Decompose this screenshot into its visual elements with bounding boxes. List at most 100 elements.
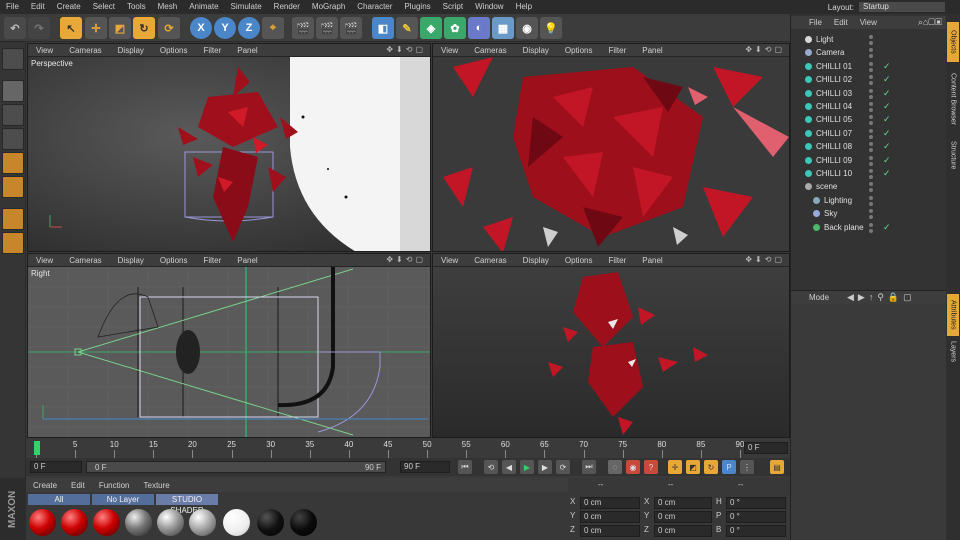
material-ball-chrome[interactable] bbox=[125, 509, 152, 536]
z-axis-icon[interactable]: Z bbox=[238, 17, 260, 39]
object-row[interactable]: CHILLI 08 ✓ bbox=[791, 140, 946, 153]
menu-animate[interactable]: Animate bbox=[183, 0, 224, 14]
select-tool-icon[interactable]: ↖ bbox=[60, 17, 82, 39]
vp-menu-options[interactable]: Options bbox=[152, 256, 196, 265]
tab-structure[interactable]: Structure bbox=[947, 134, 959, 176]
enabled-check-icon[interactable]: ✓ bbox=[883, 113, 891, 126]
end-frame-field[interactable]: 90 F bbox=[400, 461, 450, 473]
enabled-check-icon[interactable]: ✓ bbox=[883, 87, 891, 100]
rotation-p-field[interactable]: 0 ° bbox=[726, 511, 786, 523]
next-key-icon[interactable]: ⟳ bbox=[556, 460, 570, 474]
render-visibility-dot[interactable] bbox=[869, 41, 873, 45]
render-visibility-dot[interactable] bbox=[869, 201, 873, 206]
edges-mode-icon[interactable] bbox=[2, 176, 24, 198]
editor-visibility-dot[interactable] bbox=[869, 209, 873, 214]
editor-visibility-dot[interactable] bbox=[869, 115, 873, 120]
keyframe-selection-icon[interactable]: ? bbox=[644, 460, 658, 474]
x-axis-icon[interactable]: X bbox=[190, 17, 212, 39]
filter-all[interactable]: All bbox=[28, 494, 90, 505]
material-ball-chrome[interactable] bbox=[189, 509, 216, 536]
vp-menu-cameras[interactable]: Cameras bbox=[466, 256, 514, 265]
render-visibility-dot[interactable] bbox=[869, 81, 873, 86]
vp-menu-cameras[interactable]: Cameras bbox=[61, 256, 109, 265]
enabled-check-icon[interactable]: ✓ bbox=[883, 221, 891, 234]
mat-menu-edit[interactable]: Edit bbox=[64, 481, 92, 490]
timeline-window-icon[interactable]: ▤ bbox=[770, 460, 784, 474]
tab-objects[interactable]: Objects bbox=[947, 22, 959, 62]
viewport-canvas[interactable]: Right bbox=[28, 267, 430, 437]
enabled-check-icon[interactable]: ✓ bbox=[883, 73, 891, 86]
editor-visibility-dot[interactable] bbox=[869, 128, 873, 133]
render-visibility-dot[interactable] bbox=[869, 215, 873, 220]
vp-menu-view[interactable]: View bbox=[28, 46, 61, 55]
editor-visibility-dot[interactable] bbox=[869, 155, 873, 160]
mat-menu-texture[interactable]: Texture bbox=[137, 481, 177, 490]
rotate-tool-icon[interactable]: ↻ bbox=[133, 17, 155, 39]
viewport-perspective[interactable]: View Cameras Display Options Filter Pane… bbox=[27, 43, 431, 252]
render-picture-viewer-icon[interactable]: 🎬 bbox=[316, 17, 338, 39]
render-visibility-dot[interactable] bbox=[869, 54, 873, 59]
vp-menu-options[interactable]: Options bbox=[557, 256, 601, 265]
vp-menu-filter[interactable]: Filter bbox=[600, 256, 634, 265]
texture-mode-icon[interactable] bbox=[2, 104, 24, 126]
menu-plugins[interactable]: Plugins bbox=[398, 0, 436, 14]
object-row[interactable]: Camera bbox=[791, 46, 946, 59]
editor-visibility-dot[interactable] bbox=[869, 102, 873, 106]
menu-render[interactable]: Render bbox=[268, 0, 306, 14]
play-icon[interactable]: ▶ bbox=[520, 460, 534, 474]
viewport-bottom-right[interactable]: View Cameras Display Options Filter Pane… bbox=[432, 253, 790, 438]
object-row[interactable]: CHILLI 02 ✓ bbox=[791, 73, 946, 86]
vp-menu-options[interactable]: Options bbox=[152, 46, 196, 55]
viewport-canvas[interactable] bbox=[433, 267, 789, 437]
menu-mograph[interactable]: MoGraph bbox=[306, 0, 351, 14]
playhead[interactable] bbox=[34, 441, 40, 455]
size-y-field[interactable]: 0 cm bbox=[654, 511, 712, 523]
object-row[interactable]: CHILLI 05 ✓ bbox=[791, 113, 946, 126]
record-active-icon[interactable]: ◌ bbox=[608, 460, 622, 474]
attr-mode-menu[interactable]: Mode bbox=[791, 293, 829, 302]
vp-menu-display[interactable]: Display bbox=[515, 46, 557, 55]
menu-window[interactable]: Window bbox=[469, 0, 509, 14]
timeline[interactable]: 051015202530354045505560657075808590 0 F bbox=[26, 438, 790, 458]
spline-pen-icon[interactable]: ✎ bbox=[396, 17, 418, 39]
menu-simulate[interactable]: Simulate bbox=[225, 0, 268, 14]
tab-content-browser[interactable]: Content Browser bbox=[947, 66, 959, 132]
viewport-nav-icons[interactable]: ✥⬇⟲▢ bbox=[745, 45, 785, 54]
pla-key-icon[interactable]: ⋮ bbox=[740, 460, 754, 474]
enabled-check-icon[interactable]: ✓ bbox=[883, 60, 891, 73]
material-ball-chrome[interactable] bbox=[157, 509, 184, 536]
enabled-check-icon[interactable]: ✓ bbox=[883, 127, 891, 140]
attr-nav-icons[interactable]: ◀▶↑⚲🔒▢ bbox=[847, 292, 916, 303]
editor-visibility-dot[interactable] bbox=[869, 195, 873, 200]
coordinate-system-icon[interactable]: ⌖ bbox=[262, 17, 284, 39]
rotation-h-field[interactable]: 0 ° bbox=[726, 497, 786, 509]
vp-menu-cameras[interactable]: Cameras bbox=[61, 46, 109, 55]
render-visibility-dot[interactable] bbox=[869, 94, 873, 99]
position-z-field[interactable]: 0 cm bbox=[580, 525, 640, 537]
object-row[interactable]: CHILLI 01 ✓ bbox=[791, 60, 946, 73]
material-ball-black[interactable] bbox=[257, 509, 284, 536]
vp-menu-view[interactable]: View bbox=[28, 256, 61, 265]
editor-visibility-dot[interactable] bbox=[869, 142, 873, 147]
mat-menu-function[interactable]: Function bbox=[92, 481, 137, 490]
subdivision-icon[interactable]: ◈ bbox=[420, 17, 442, 39]
material-ball-red[interactable] bbox=[93, 509, 120, 536]
menu-select[interactable]: Select bbox=[87, 0, 121, 14]
editor-visibility-dot[interactable] bbox=[869, 182, 873, 187]
viewport-right[interactable]: View Cameras Display Options Filter Pane… bbox=[27, 253, 431, 438]
viewport-canvas[interactable] bbox=[433, 57, 789, 251]
object-row[interactable]: scene bbox=[791, 180, 946, 193]
object-row[interactable]: Sky bbox=[791, 207, 946, 220]
start-frame-field[interactable]: 0 F bbox=[30, 461, 82, 473]
object-row[interactable]: Back plane ✓ bbox=[791, 221, 946, 234]
editor-visibility-dot[interactable] bbox=[869, 169, 873, 173]
snap-icon[interactable] bbox=[2, 232, 24, 254]
object-row[interactable]: CHILLI 03 ✓ bbox=[791, 87, 946, 100]
position-y-field[interactable]: 0 cm bbox=[580, 511, 640, 523]
menu-create[interactable]: Create bbox=[51, 0, 87, 14]
scale-tool-icon[interactable]: ◩ bbox=[109, 17, 131, 39]
camera-icon[interactable]: ◉ bbox=[516, 17, 538, 39]
light-icon[interactable]: 💡 bbox=[540, 17, 562, 39]
axis-mode-icon[interactable] bbox=[2, 208, 24, 230]
editor-visibility-dot[interactable] bbox=[869, 75, 873, 80]
